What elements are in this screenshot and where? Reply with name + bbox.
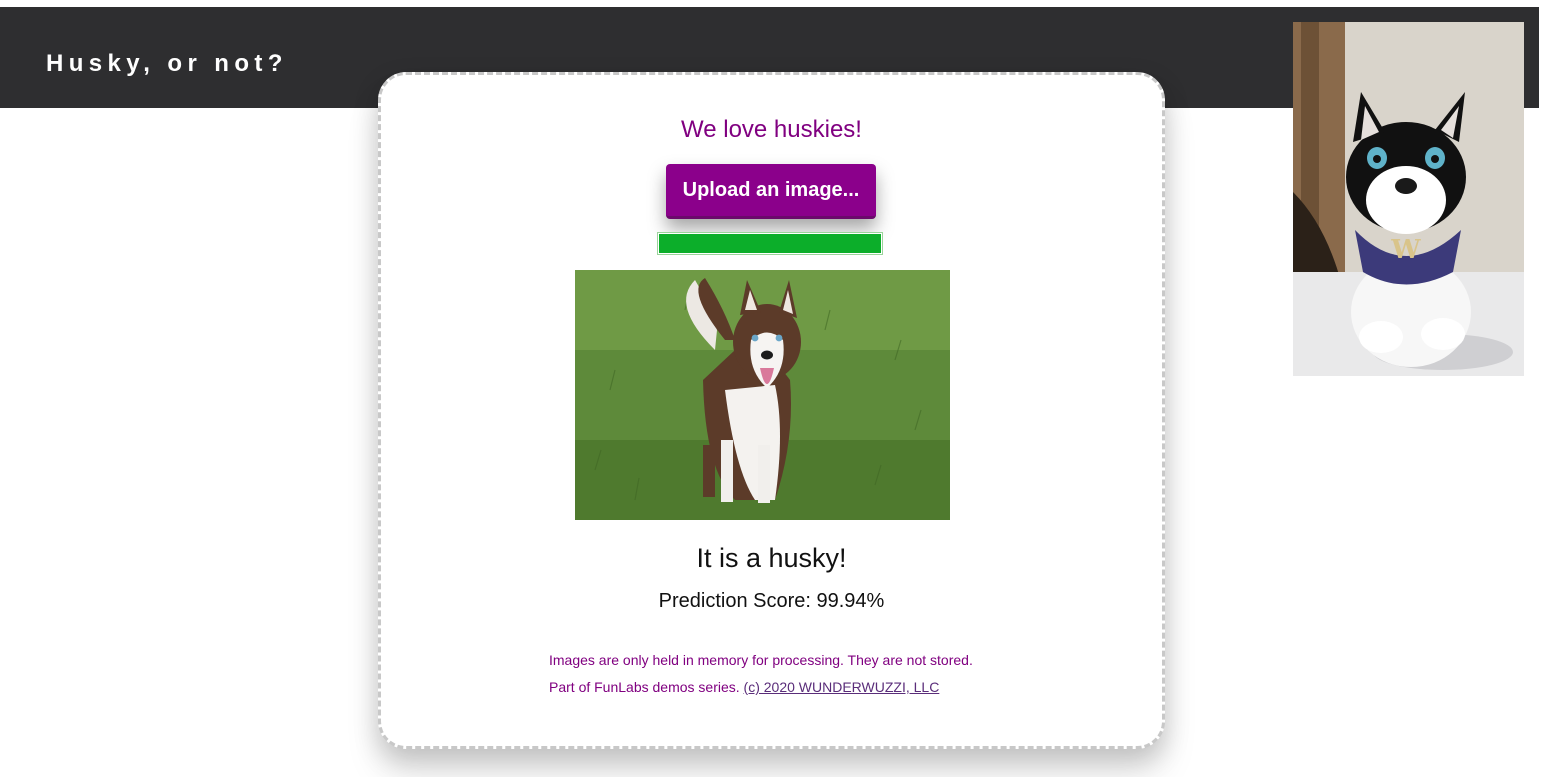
bandana-letter: W (1390, 235, 1421, 265)
mascot-photo-drawing: W (1293, 22, 1524, 376)
app-title: Husky, or not? (46, 50, 288, 77)
series-note: Part of FunLabs demos series. (549, 679, 740, 695)
footer-note: Part of FunLabs demos series. (c) 2020 W… (549, 679, 939, 695)
prediction-result: It is a husky! (696, 543, 847, 573)
progress-fill (658, 233, 882, 254)
copyright-link[interactable]: (c) 2020 WUNDERWUZZI, LLC (744, 679, 940, 695)
upload-image-button[interactable]: Upload an image... (666, 164, 876, 219)
page: Husky, or not? W We love huskies! Upload… (0, 0, 1542, 777)
prediction-score: Prediction Score: 99.94% (658, 590, 885, 612)
headline-text: We love huskies! (681, 116, 862, 143)
upload-progress-bar (657, 232, 883, 255)
husky-mascot-image: W (1293, 22, 1524, 376)
privacy-note: Images are only held in memory for proce… (549, 652, 973, 668)
main-card: We love huskies! Upload an image... It i… (378, 72, 1165, 749)
uploaded-husky-image (575, 270, 950, 520)
husky-photo-drawing (575, 270, 950, 520)
